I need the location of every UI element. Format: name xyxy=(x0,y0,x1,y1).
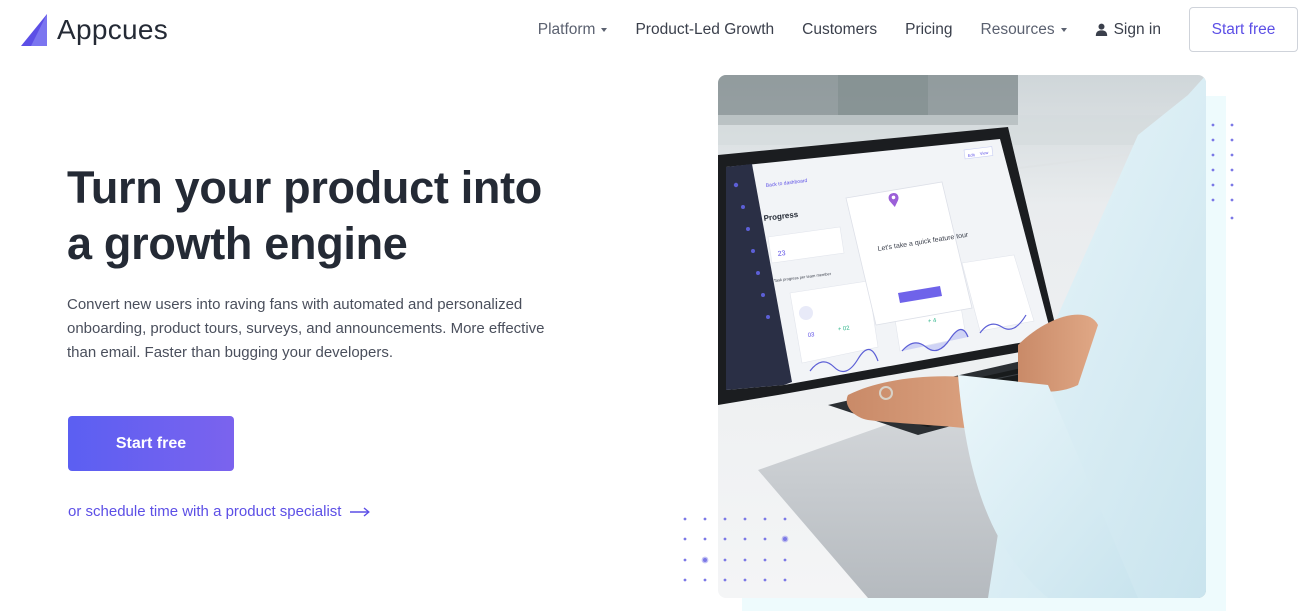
hero-subtitle: Convert new users into raving fans with … xyxy=(67,296,545,361)
screen-stat-value: 23 xyxy=(777,250,786,258)
screen-card-value-3: + 4 xyxy=(928,318,938,325)
caret-down-icon xyxy=(601,27,608,32)
nav-item-resources[interactable]: Resources xyxy=(981,21,1067,39)
nav-item-label: Product-Led Growth xyxy=(635,20,775,38)
nav-item-label: Platform xyxy=(537,20,596,38)
schedule-specialist-link[interactable]: or schedule time with a product speciali… xyxy=(68,503,371,520)
decorative-dots xyxy=(1211,123,1234,220)
nav-item-product-led-growth[interactable]: Product-Led Growth xyxy=(635,21,774,39)
appcues-logo-icon xyxy=(21,14,47,46)
decorative-dots xyxy=(683,517,789,582)
main-nav: Platform Product-Led Growth Customers Pr… xyxy=(510,7,1298,52)
person-icon xyxy=(1095,23,1107,36)
caret-down-icon xyxy=(1060,27,1067,32)
nav-item-label: Pricing xyxy=(905,20,953,38)
nav-item-label: Resources xyxy=(980,20,1055,38)
screen-tab-view: View xyxy=(980,150,989,156)
hero-title: Turn your product into a growth engine xyxy=(67,160,627,272)
schedule-link-label: or schedule time with a product speciali… xyxy=(68,503,342,520)
nav-item-pricing[interactable]: Pricing xyxy=(905,21,952,39)
hero-title-line-1: Turn your product into xyxy=(67,162,542,213)
brand-name: Appcues xyxy=(57,14,169,45)
nav-item-label: Customers xyxy=(802,20,878,38)
sign-in-label: Sign in xyxy=(1113,20,1161,38)
hero-start-free-button[interactable]: Start free xyxy=(68,416,234,471)
logo[interactable]: Appcues xyxy=(21,13,168,47)
sign-in-link[interactable]: Sign in xyxy=(1095,21,1161,39)
header-start-free-button[interactable]: Start free xyxy=(1189,7,1298,52)
hero-title-line-2: a growth engine xyxy=(67,218,408,269)
arrow-right-icon xyxy=(350,506,371,517)
nav-item-customers[interactable]: Customers xyxy=(802,21,877,39)
nav-item-platform[interactable]: Platform xyxy=(538,21,608,39)
